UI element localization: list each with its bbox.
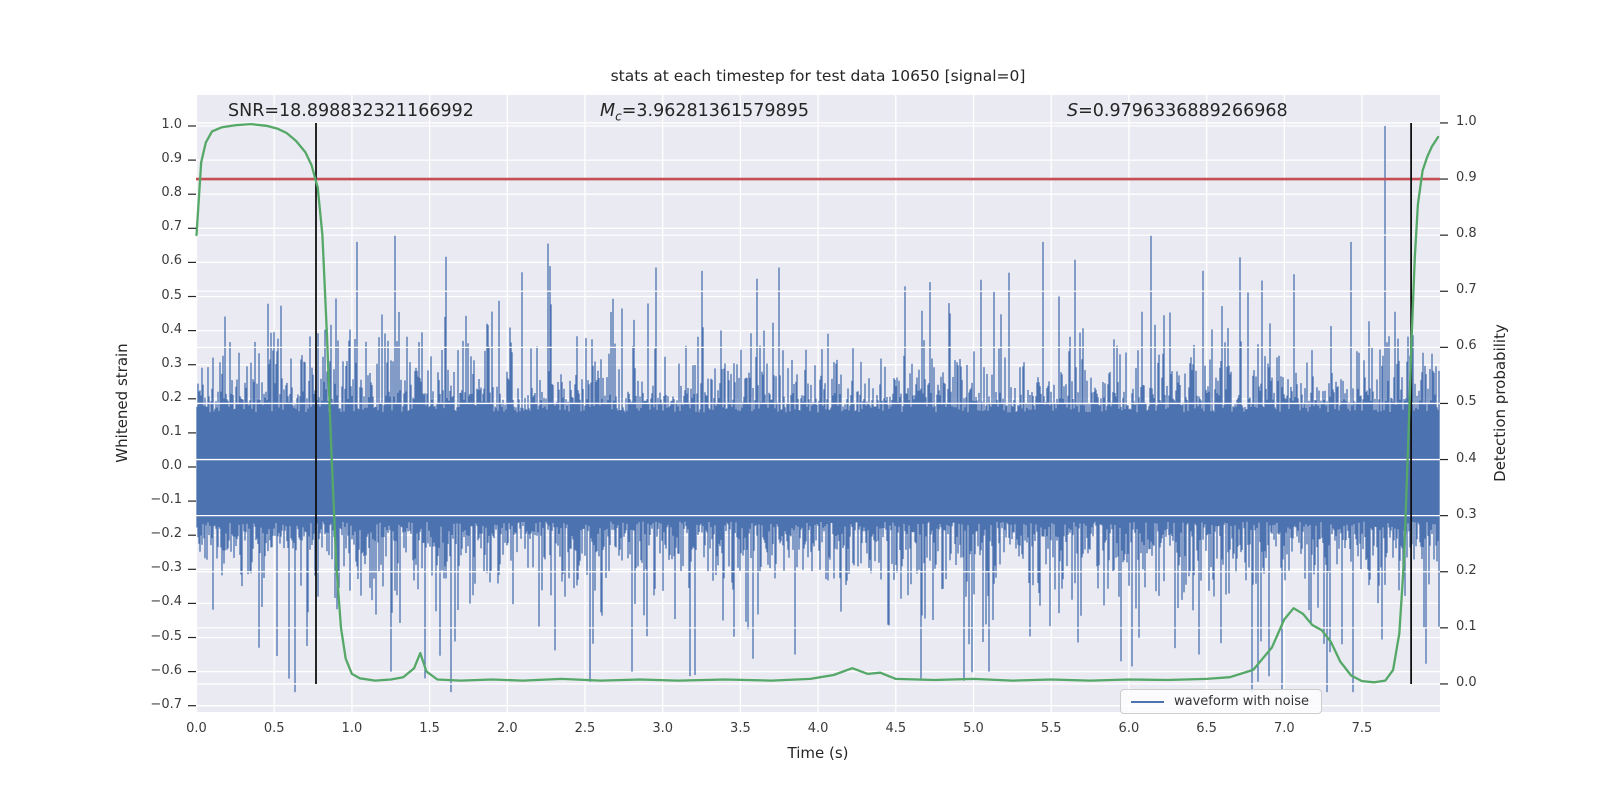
figure: stats at each timestep for test data 106… [0, 0, 1600, 800]
significance-symbol: S [1067, 101, 1079, 121]
y-left-tick-label: −0.4 [150, 594, 182, 610]
y-right-tick-label: 0.2 [1456, 562, 1477, 578]
y-left-tick-label: −0.2 [150, 526, 182, 542]
y-left-tick-label: 0.1 [161, 423, 182, 439]
y-left-tick-label: −0.5 [150, 628, 182, 644]
x-tick-label: 1.0 [341, 721, 363, 736]
x-tick-label: 4.0 [807, 721, 829, 736]
x-tick-label: 6.0 [1118, 721, 1140, 736]
legend: waveform with noise [1120, 689, 1323, 714]
x-tick-label: 2.0 [496, 721, 518, 736]
x-tick-label: 3.0 [652, 721, 674, 736]
snr-annotation: SNR=18.898832321166992 [228, 101, 474, 121]
y-right-tick-label: 1.0 [1456, 113, 1477, 129]
y-left-tick-label: −0.6 [150, 662, 182, 678]
x-tick-label: 7.5 [1351, 721, 1373, 736]
y-left-tick-label: 0.5 [161, 287, 182, 303]
y-right-tick-label: 0.6 [1456, 338, 1477, 354]
y-left-tick-label: −0.1 [150, 492, 182, 508]
x-axis-label: Time (s) [787, 744, 849, 762]
y-left-tick-label: 0.3 [161, 355, 182, 371]
x-tick-label: 3.5 [730, 721, 751, 736]
y-left-tick-label: 0.2 [161, 389, 182, 405]
y-right-tick-label: 0.1 [1456, 618, 1477, 634]
y-left-tick-label: −0.3 [150, 560, 182, 576]
x-tick-label: 6.5 [1196, 721, 1217, 736]
y-left-tick-label: −0.7 [150, 696, 182, 712]
x-tick-label: 4.5 [885, 721, 907, 736]
legend-item-label: waveform with noise [1174, 694, 1310, 709]
y-right-tick-label: 0.7 [1456, 282, 1477, 298]
x-tick-label: 2.5 [574, 721, 596, 736]
y-left-tick-label: 1.0 [161, 117, 182, 132]
significance-annotation: S=0.9796336889266968 [1067, 101, 1288, 121]
chirp-mass-symbol: M [600, 101, 616, 121]
y-left-tick-label: 0.0 [161, 458, 182, 473]
x-tick-label: 5.0 [963, 721, 984, 736]
chirp-mass-value: =3.96281361579895 [621, 101, 809, 121]
legend-line-swatch [1131, 700, 1164, 703]
y-left-tick-label: 0.4 [161, 321, 182, 337]
x-tick-label: 1.5 [419, 721, 440, 736]
y-left-tick-label: 0.7 [161, 219, 182, 235]
y-right-tick-label: 0.3 [1456, 506, 1477, 522]
y-right-tick-label: 0.5 [1456, 394, 1477, 410]
y-right-tick-label: 0.0 [1456, 674, 1477, 690]
chart-title: stats at each timestep for test data 106… [610, 67, 1026, 85]
x-tick-label: 0.0 [186, 721, 207, 736]
chirp-mass-subscript: c [615, 109, 622, 124]
y-left-tick-label: 0.6 [161, 253, 182, 269]
x-tick-label: 7.0 [1273, 721, 1295, 736]
chirp-mass-annotation: Mc=3.96281361579895 [600, 101, 809, 124]
x-tick-label: 0.5 [263, 721, 285, 736]
y-right-tick-label: 0.9 [1456, 170, 1477, 186]
y-left-tick-label: 0.9 [161, 151, 182, 167]
y-right-tick-label: 0.8 [1456, 226, 1477, 242]
x-tick-label: 5.5 [1040, 721, 1062, 736]
y-left-tick-label: 0.8 [161, 185, 182, 201]
y-right-tick-label: 0.4 [1456, 450, 1477, 466]
significance-value: =0.9796336889266968 [1078, 101, 1288, 121]
